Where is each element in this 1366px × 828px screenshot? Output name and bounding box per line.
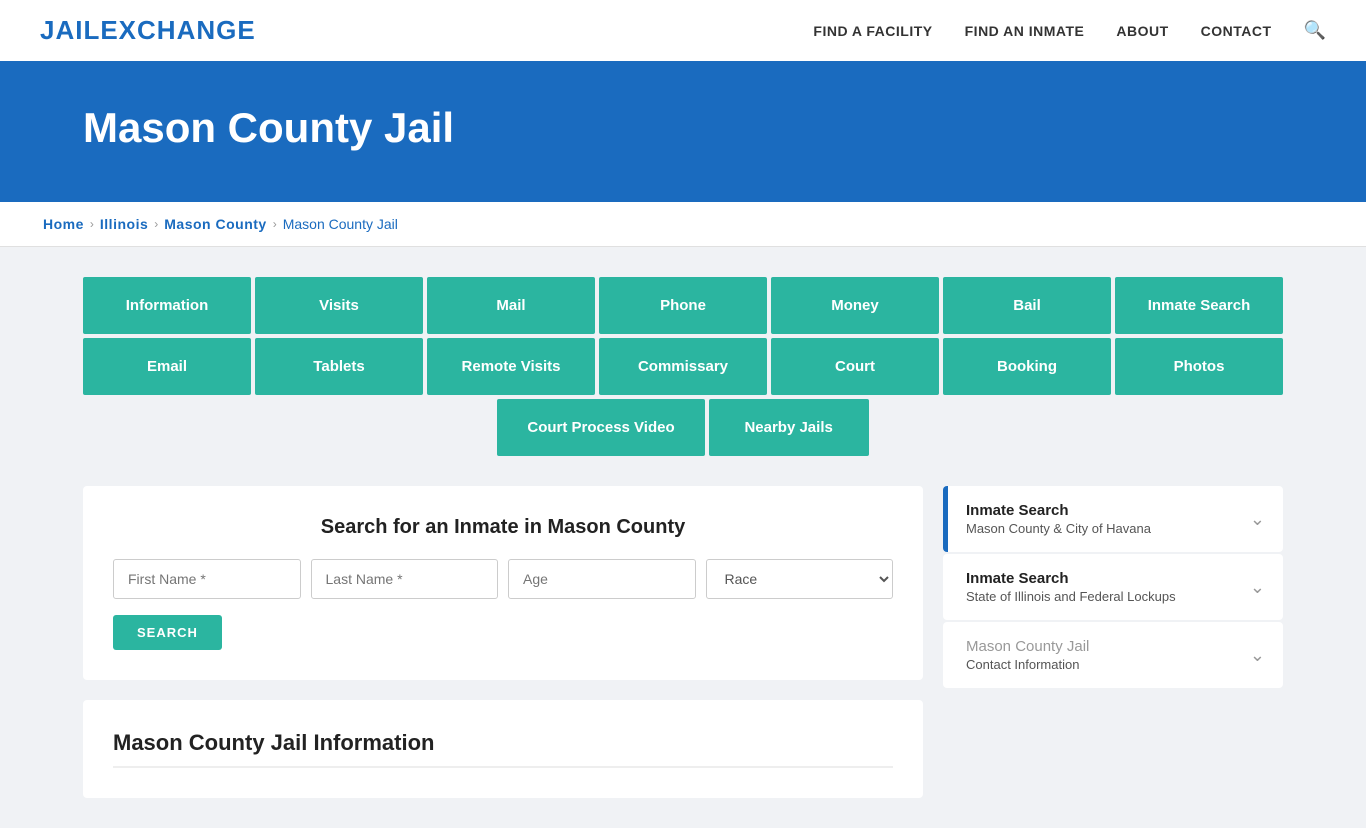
search-title: Search for an Inmate in Mason County bbox=[113, 516, 893, 539]
sidebar-card-subtitle-0: Mason County & City of Havana bbox=[966, 521, 1151, 536]
sidebar-card-title-1: Inmate Search bbox=[966, 570, 1176, 587]
sidebar-card-text-2: Mason County Jail Contact Information bbox=[966, 638, 1089, 672]
breadcrumb-home[interactable]: Home bbox=[43, 216, 84, 232]
search-button[interactable]: SEARCH bbox=[113, 615, 222, 650]
sidebar: Inmate Search Mason County & City of Hav… bbox=[943, 486, 1283, 690]
left-column: Search for an Inmate in Mason County Rac… bbox=[83, 486, 923, 798]
race-select[interactable]: Race White Black Hispanic Asian Other bbox=[706, 559, 894, 599]
two-col-layout: Search for an Inmate in Mason County Rac… bbox=[83, 486, 1283, 798]
breadcrumb-current: Mason County Jail bbox=[283, 216, 398, 232]
btn-photos[interactable]: Photos bbox=[1115, 338, 1283, 395]
search-fields: Race White Black Hispanic Asian Other bbox=[113, 559, 893, 599]
chevron-down-icon-1: ⌄ bbox=[1250, 577, 1265, 598]
sidebar-card-title-0: Inmate Search bbox=[966, 502, 1151, 519]
main-content: Information Visits Mail Phone Money Bail… bbox=[43, 247, 1323, 828]
btn-commissary[interactable]: Commissary bbox=[599, 338, 767, 395]
site-header: JAILEXCHANGE FIND A FACILITY FIND AN INM… bbox=[0, 0, 1366, 64]
sidebar-card-text-1: Inmate Search State of Illinois and Fede… bbox=[966, 570, 1176, 604]
sidebar-card-2: Mason County Jail Contact Information ⌄ bbox=[943, 622, 1283, 688]
search-icon-button[interactable]: 🔍 bbox=[1304, 20, 1326, 41]
chevron-down-icon-0: ⌄ bbox=[1250, 509, 1265, 530]
button-grid-row2: Email Tablets Remote Visits Commissary C… bbox=[83, 338, 1283, 395]
chevron-down-icon-2: ⌄ bbox=[1250, 645, 1265, 666]
breadcrumb-sep-2: › bbox=[154, 217, 158, 231]
sidebar-card-header-0[interactable]: Inmate Search Mason County & City of Hav… bbox=[948, 486, 1283, 552]
first-name-input[interactable] bbox=[113, 559, 301, 599]
logo-jail: JAIL bbox=[40, 15, 100, 45]
logo-exchange: EXCHANGE bbox=[100, 15, 255, 45]
sidebar-card-text-0: Inmate Search Mason County & City of Hav… bbox=[966, 502, 1151, 536]
last-name-input[interactable] bbox=[311, 559, 499, 599]
btn-booking[interactable]: Booking bbox=[943, 338, 1111, 395]
btn-inmate-search[interactable]: Inmate Search bbox=[1115, 277, 1283, 334]
nav-contact[interactable]: CONTACT bbox=[1201, 23, 1272, 39]
btn-money[interactable]: Money bbox=[771, 277, 939, 334]
button-grid-row1: Information Visits Mail Phone Money Bail… bbox=[83, 277, 1283, 334]
sidebar-card-subtitle-2: Contact Information bbox=[966, 657, 1089, 672]
page-title: Mason County Jail bbox=[83, 104, 1283, 152]
btn-phone[interactable]: Phone bbox=[599, 277, 767, 334]
btn-visits[interactable]: Visits bbox=[255, 277, 423, 334]
btn-bail[interactable]: Bail bbox=[943, 277, 1111, 334]
btn-email[interactable]: Email bbox=[83, 338, 251, 395]
info-title: Mason County Jail Information bbox=[113, 730, 893, 768]
breadcrumb-bar: Home › Illinois › Mason County › Mason C… bbox=[0, 202, 1366, 247]
breadcrumb-sep-1: › bbox=[90, 217, 94, 231]
sidebar-card-title-2: Mason County Jail bbox=[966, 638, 1089, 655]
sidebar-card-1: Inmate Search State of Illinois and Fede… bbox=[943, 554, 1283, 620]
btn-information[interactable]: Information bbox=[83, 277, 251, 334]
breadcrumb-illinois[interactable]: Illinois bbox=[100, 216, 148, 232]
breadcrumb-sep-3: › bbox=[273, 217, 277, 231]
sidebar-card-header-2[interactable]: Mason County Jail Contact Information ⌄ bbox=[948, 622, 1283, 688]
btn-mail[interactable]: Mail bbox=[427, 277, 595, 334]
nav-find-inmate[interactable]: FIND AN INMATE bbox=[965, 23, 1085, 39]
btn-tablets[interactable]: Tablets bbox=[255, 338, 423, 395]
btn-nearby-jails[interactable]: Nearby Jails bbox=[709, 399, 869, 456]
hero-section: Mason County Jail bbox=[0, 64, 1366, 202]
age-input[interactable] bbox=[508, 559, 696, 599]
search-box: Search for an Inmate in Mason County Rac… bbox=[83, 486, 923, 680]
breadcrumb: Home › Illinois › Mason County › Mason C… bbox=[43, 216, 1323, 232]
breadcrumb-mason-county[interactable]: Mason County bbox=[164, 216, 266, 232]
sidebar-card-subtitle-1: State of Illinois and Federal Lockups bbox=[966, 589, 1176, 604]
button-grid-row3: Court Process Video Nearby Jails bbox=[83, 399, 1283, 456]
btn-court-process-video[interactable]: Court Process Video bbox=[497, 399, 704, 456]
nav-find-facility[interactable]: FIND A FACILITY bbox=[813, 23, 932, 39]
info-section: Mason County Jail Information bbox=[83, 700, 923, 798]
logo[interactable]: JAILEXCHANGE bbox=[40, 15, 256, 46]
nav-about[interactable]: ABOUT bbox=[1116, 23, 1168, 39]
sidebar-card-0: Inmate Search Mason County & City of Hav… bbox=[943, 486, 1283, 552]
btn-remote-visits[interactable]: Remote Visits bbox=[427, 338, 595, 395]
sidebar-card-header-1[interactable]: Inmate Search State of Illinois and Fede… bbox=[948, 554, 1283, 620]
main-nav: FIND A FACILITY FIND AN INMATE ABOUT CON… bbox=[813, 20, 1326, 41]
btn-court[interactable]: Court bbox=[771, 338, 939, 395]
